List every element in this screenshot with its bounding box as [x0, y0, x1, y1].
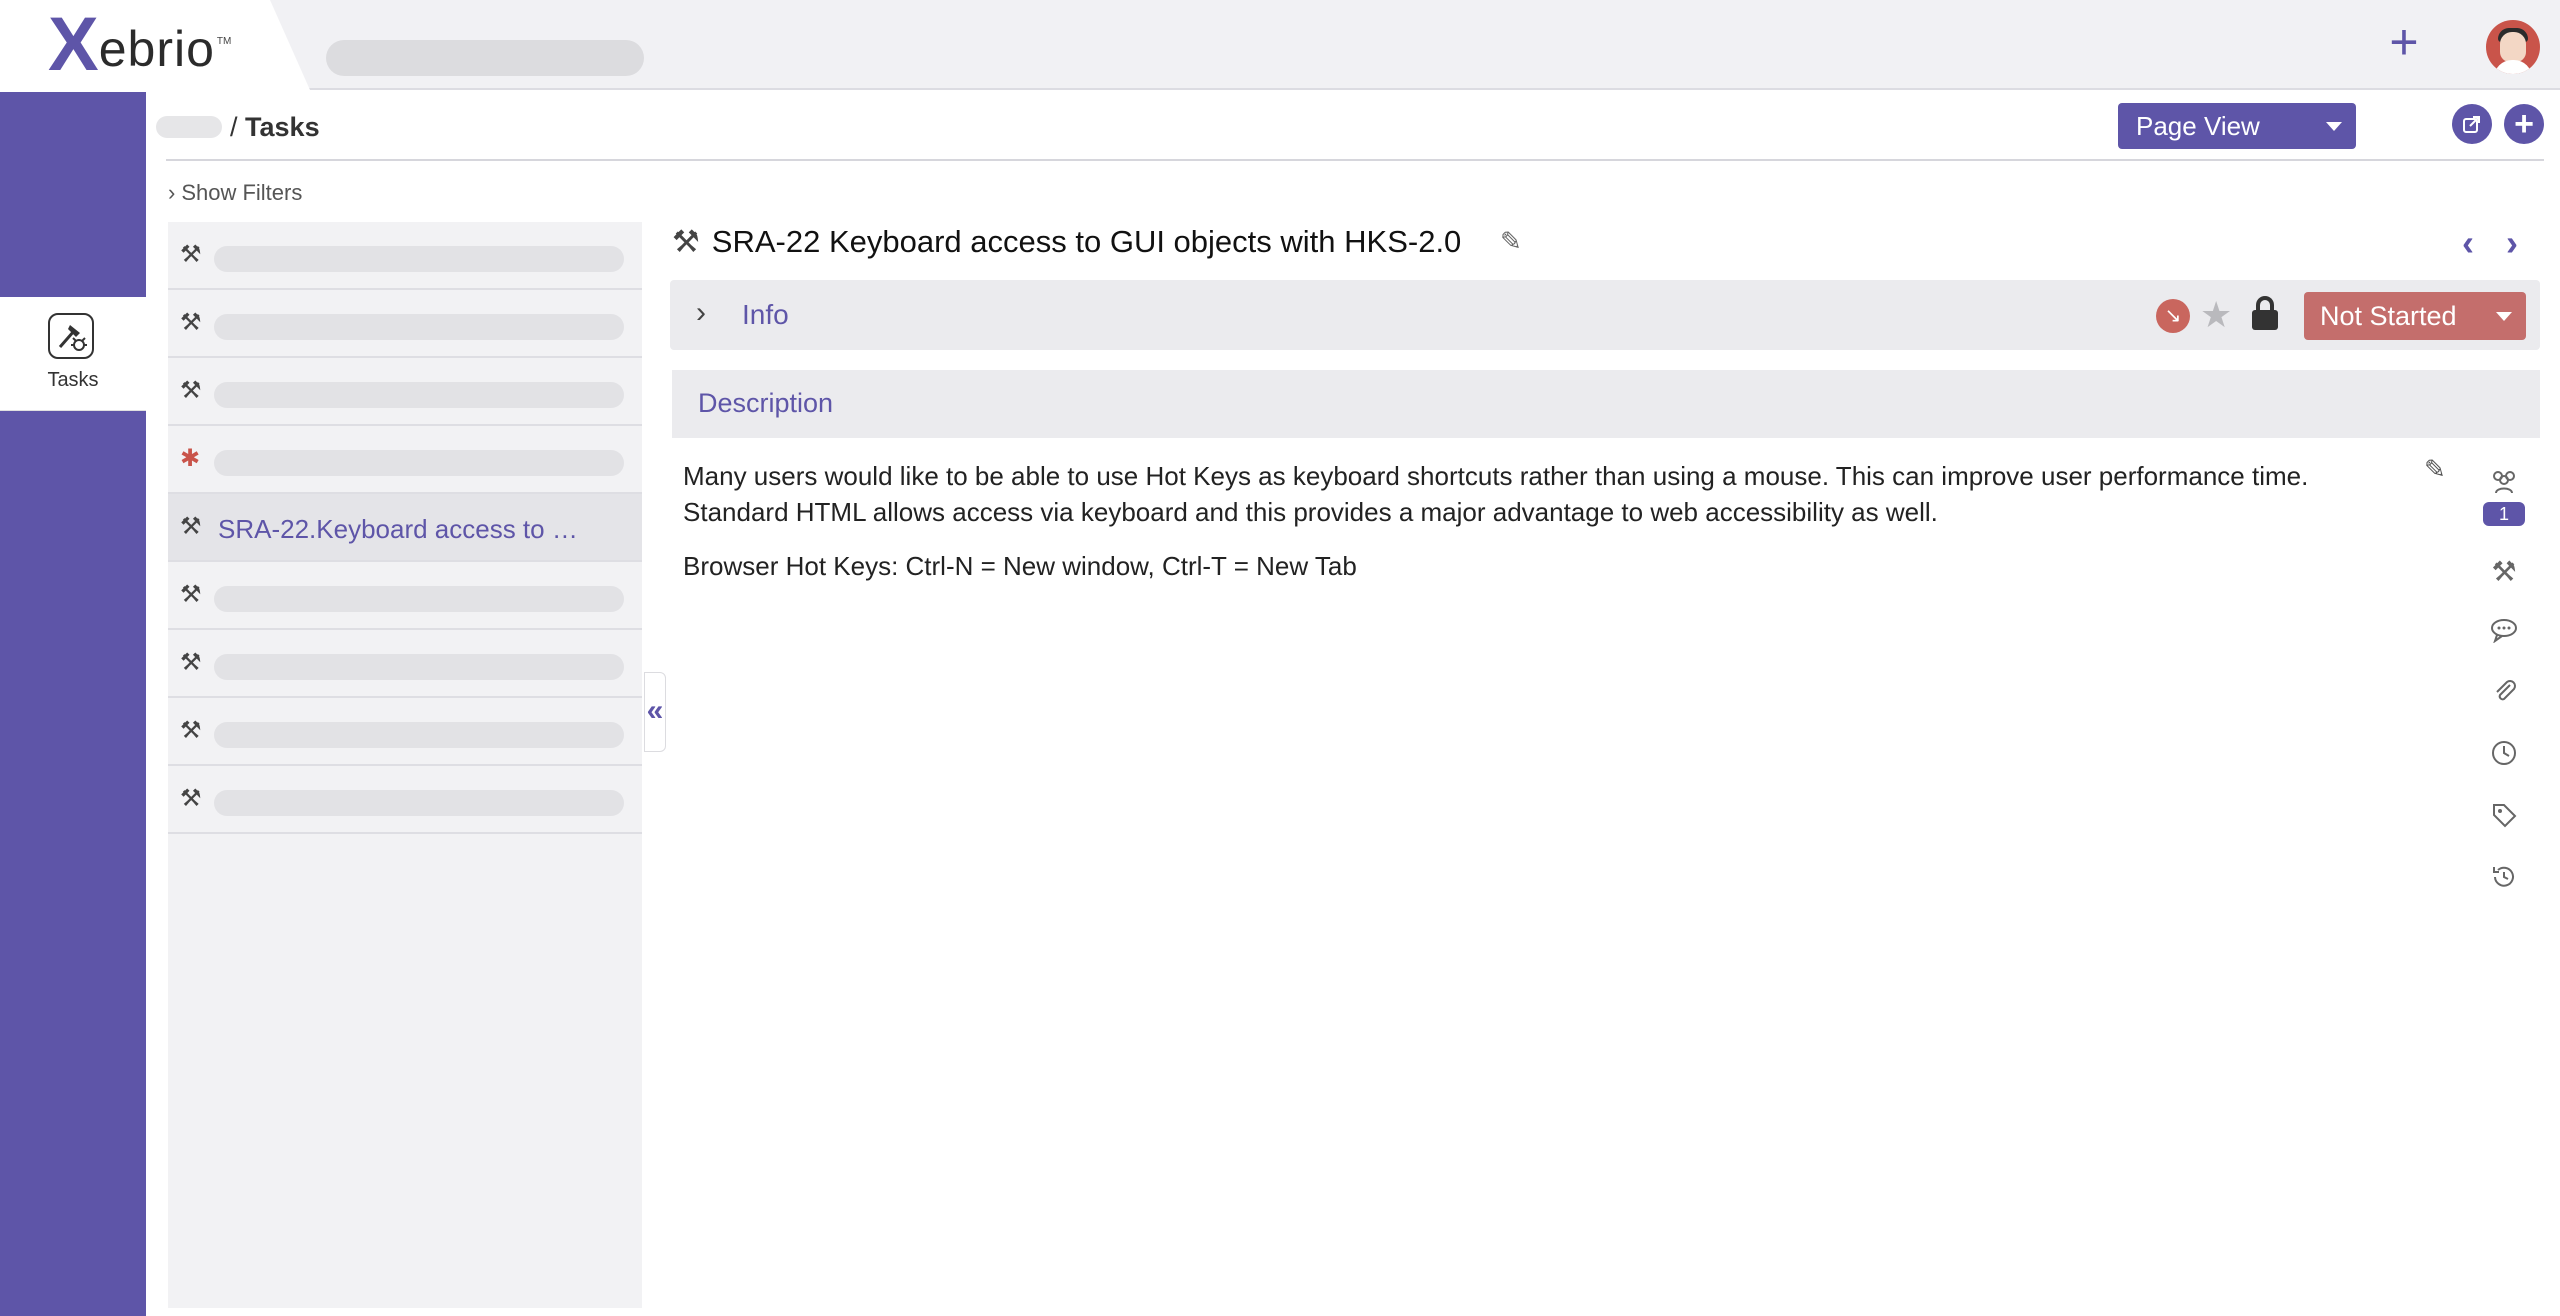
- edit-description-button[interactable]: ✎: [2424, 454, 2446, 485]
- page-view-label: Page View: [2136, 111, 2260, 141]
- hammer-icon: ⚒: [180, 377, 202, 404]
- task-detail-title: ⚒ SRA-22 Keyboard access to GUI objects w…: [672, 224, 1461, 260]
- breadcrumb-project[interactable]: [156, 116, 222, 138]
- task-title: SRA-22.Keyboard access to …: [218, 514, 578, 544]
- avatar-face: [2500, 32, 2526, 62]
- top-bar: X ebrio TM +: [0, 0, 2560, 90]
- hammer-icon: ⚒: [672, 224, 700, 259]
- avatar[interactable]: [2486, 20, 2540, 74]
- description-paragraph: Many users would like to be able to use …: [683, 461, 2309, 527]
- history-icon[interactable]: [2484, 862, 2524, 902]
- task-title-text: SRA-22 Keyboard access to GUI objects wi…: [711, 224, 1462, 259]
- list-item[interactable]: ⚒: [168, 222, 642, 290]
- task-title-placeholder: [214, 450, 624, 476]
- chevron-right-icon: ›: [168, 180, 176, 205]
- show-filters-label: Show Filters: [181, 180, 303, 205]
- chevron-right-icon: ›: [696, 296, 706, 329]
- paperclip-icon[interactable]: [2484, 676, 2524, 716]
- sidebar-item-tasks[interactable]: Tasks: [0, 297, 146, 411]
- list-item-selected[interactable]: ⚒ SRA-22.Keyboard access to …: [168, 494, 642, 562]
- hammer-icon: ⚒: [180, 241, 202, 268]
- info-section-header[interactable]: › Info ↘ ★ Not Started: [670, 280, 2540, 350]
- list-item[interactable]: ⚒: [168, 290, 642, 358]
- caret-down-icon: [2326, 122, 2342, 131]
- task-title-placeholder: [214, 790, 624, 816]
- hammer-icon: ⚒: [180, 785, 202, 812]
- header-divider: [166, 159, 2544, 161]
- hammer-icon: ⚒: [180, 581, 202, 608]
- list-item[interactable]: ⚒: [168, 358, 642, 426]
- star-icon[interactable]: ★: [2200, 294, 2232, 336]
- task-title-placeholder: [214, 586, 624, 612]
- list-item[interactable]: ✱: [168, 426, 642, 494]
- status-label: Not Started: [2320, 301, 2457, 331]
- avatar-body: [2494, 60, 2532, 74]
- list-item[interactable]: ⚒: [168, 630, 642, 698]
- users-icon[interactable]: [2484, 466, 2524, 506]
- priority-icon[interactable]: ↘: [2156, 299, 2190, 333]
- plus-icon[interactable]: +: [2384, 17, 2424, 67]
- task-title-placeholder: [214, 246, 624, 272]
- hammer-icon: ⚒: [180, 513, 202, 540]
- global-search-input[interactable]: [326, 40, 644, 76]
- previous-task-button[interactable]: ‹: [2462, 222, 2474, 264]
- left-sidebar: Tasks: [0, 92, 146, 1316]
- description-body: Many users would like to be able to use …: [683, 458, 2403, 602]
- breadcrumb-current: Tasks: [245, 112, 320, 142]
- sidebar-item-label: Tasks: [47, 369, 99, 391]
- description-section-header: Description: [672, 370, 2540, 438]
- lock-icon[interactable]: [2250, 294, 2280, 332]
- show-filters-toggle[interactable]: › Show Filters: [168, 180, 302, 206]
- bug-icon: ✱: [180, 445, 201, 472]
- add-task-button[interactable]: +: [2504, 104, 2544, 144]
- followers-count-badge: 1: [2483, 502, 2525, 526]
- clock-icon[interactable]: [2484, 738, 2524, 778]
- task-title-placeholder: [214, 314, 624, 340]
- task-title-placeholder: [214, 654, 624, 680]
- tag-icon[interactable]: [2484, 800, 2524, 840]
- caret-down-icon: [2496, 312, 2512, 321]
- hammer-icon: ⚒: [180, 717, 202, 744]
- list-item[interactable]: ⚒: [168, 766, 642, 834]
- comments-icon[interactable]: [2484, 614, 2524, 654]
- edit-title-button[interactable]: ✎: [1500, 226, 1522, 257]
- task-title-placeholder: [214, 722, 624, 748]
- breadcrumb-separator: /: [230, 112, 238, 142]
- collapse-list-button[interactable]: «: [644, 672, 666, 752]
- tasks-icon: [48, 313, 94, 359]
- breadcrumb: / Tasks: [230, 112, 320, 143]
- xebrio-logo[interactable]: X ebrio TM: [48, 7, 231, 83]
- page-view-dropdown[interactable]: Page View: [2118, 103, 2356, 149]
- share-icon: [2463, 116, 2480, 133]
- description-label: Description: [698, 388, 834, 418]
- hammer-icon[interactable]: ⚒: [2484, 552, 2524, 592]
- list-item[interactable]: ⚒: [168, 698, 642, 766]
- export-button[interactable]: [2452, 104, 2492, 144]
- hammer-icon: ⚒: [180, 649, 202, 676]
- description-paragraph: Browser Hot Keys: Ctrl-N = New window, C…: [683, 551, 1357, 581]
- next-task-button[interactable]: ›: [2506, 222, 2518, 264]
- status-dropdown[interactable]: Not Started: [2304, 292, 2526, 340]
- task-list: ⚒ ⚒ ⚒ ✱ ⚒ SRA-22.Keyboard access to … ⚒ …: [168, 222, 642, 1308]
- hammer-icon: ⚒: [180, 309, 202, 336]
- lock-body: [2252, 310, 2278, 330]
- info-label: Info: [742, 299, 789, 330]
- list-item[interactable]: ⚒: [168, 562, 642, 630]
- task-title-placeholder: [214, 382, 624, 408]
